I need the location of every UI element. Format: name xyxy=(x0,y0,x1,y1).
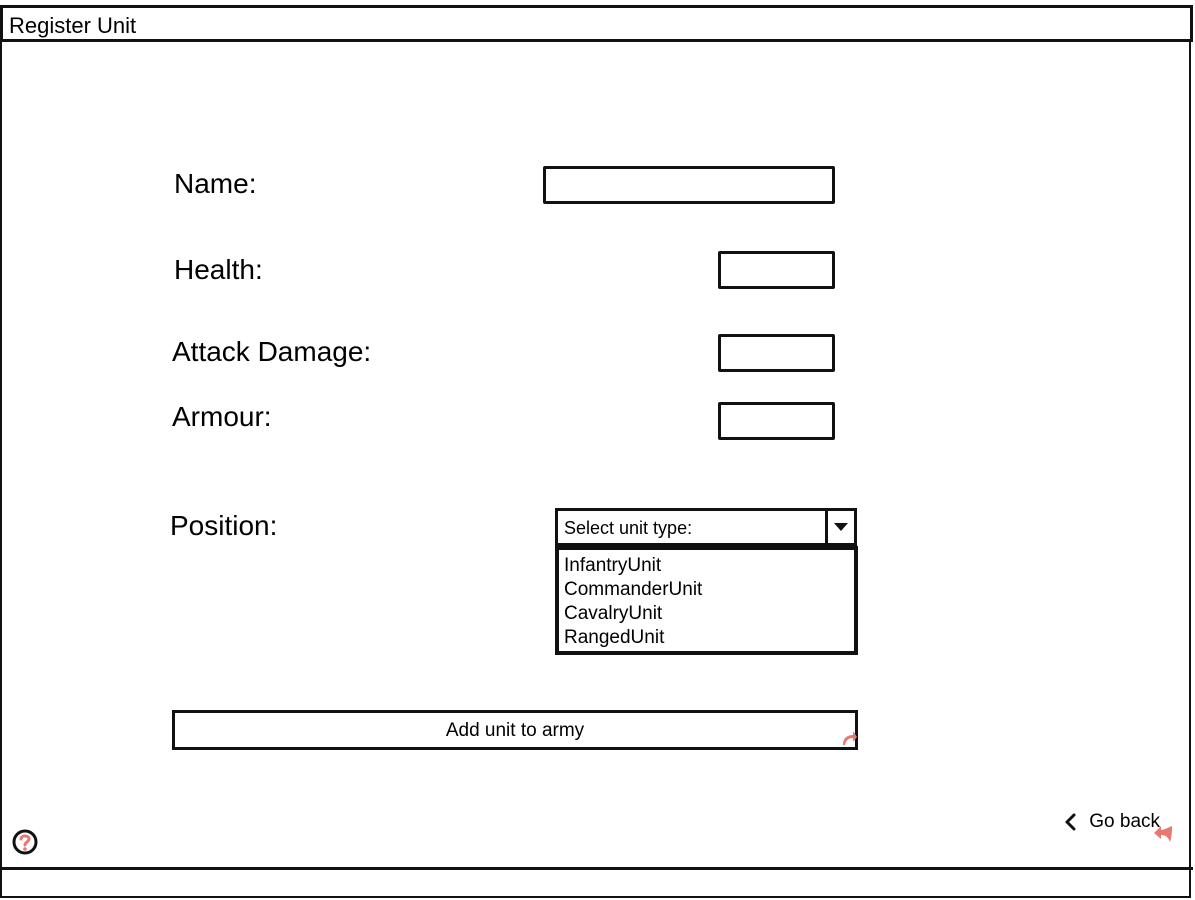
unit-type-select-value: Select unit type: xyxy=(564,518,693,538)
name-label: Name: xyxy=(174,168,257,199)
go-back-label: Go back xyxy=(1089,811,1161,833)
link-marker-icon xyxy=(1154,826,1172,842)
position-label: Position: xyxy=(170,510,278,541)
name-input[interactable] xyxy=(543,166,835,204)
status-bar-divider xyxy=(0,867,1193,870)
dropdown-toggle[interactable] xyxy=(825,511,854,543)
add-unit-button[interactable]: Add unit to army xyxy=(172,710,858,750)
help-icon[interactable] xyxy=(12,829,38,855)
unit-type-listbox: InfantryUnit CommanderUnit CavalryUnit R… xyxy=(555,546,858,655)
option-infantry-unit[interactable]: InfantryUnit xyxy=(564,554,854,578)
link-marker-icon xyxy=(843,731,857,745)
attack-damage-input[interactable] xyxy=(718,334,835,372)
chevron-down-icon xyxy=(834,523,848,531)
armour-label: Armour: xyxy=(172,401,272,432)
armour-input[interactable] xyxy=(718,402,835,440)
option-commander-unit[interactable]: CommanderUnit xyxy=(564,578,854,602)
attack-damage-label: Attack Damage: xyxy=(172,336,372,367)
option-ranged-unit[interactable]: RangedUnit xyxy=(564,626,854,650)
window-title: Register Unit xyxy=(9,13,137,38)
title-bar: Register Unit xyxy=(0,5,1193,42)
unit-type-select[interactable]: Select unit type: xyxy=(555,508,857,546)
health-input[interactable] xyxy=(718,251,835,289)
go-back-link[interactable]: Go back xyxy=(1060,810,1160,834)
window-frame xyxy=(0,5,1191,898)
health-label: Health: xyxy=(174,254,263,285)
option-cavalry-unit[interactable]: CavalryUnit xyxy=(564,602,854,626)
chevron-left-icon xyxy=(1065,813,1076,831)
